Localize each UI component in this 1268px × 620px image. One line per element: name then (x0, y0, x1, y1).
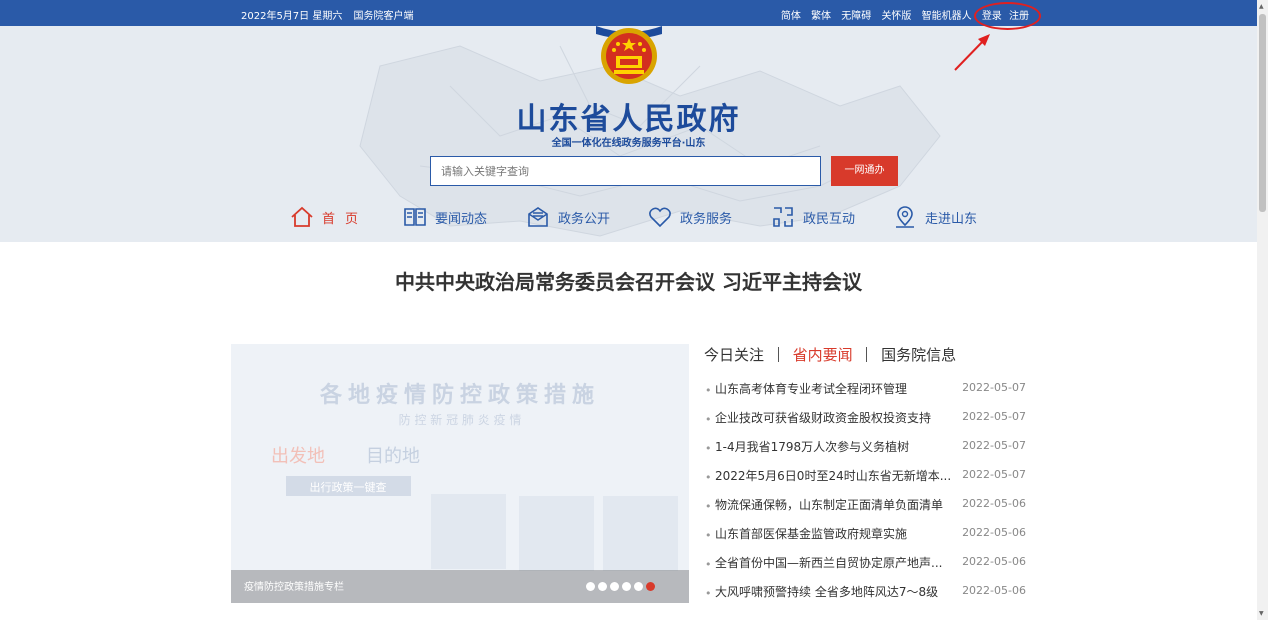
carousel-dots (586, 582, 658, 591)
news-item[interactable]: • 2022年5月6日0时至24时山东省无新增本... 2022-05-07 (704, 465, 1026, 494)
epidemic-policy-poster: 各地疫情防控政策措施 防 控 新 冠 肺 炎 疫 情 出发地 目的地 出行政策一… (231, 344, 689, 603)
news-title[interactable]: 企业技改可获省级财政资金股权投资支持 (715, 409, 955, 426)
book-icon (404, 208, 426, 226)
tab-state-council[interactable]: 国务院信息 (881, 344, 956, 365)
top-bar: 2022年5月7日 星期六 国务院客户端 简体 繁体 无障碍 关怀版 智能机器人… (0, 0, 1257, 26)
bullet-icon: • (705, 384, 712, 397)
bullet-icon: • (705, 413, 712, 426)
interaction-icon (773, 207, 793, 227)
bullet-icon: • (705, 529, 712, 542)
news-date: 2022-05-06 (962, 526, 1026, 539)
date-text: 2022年5月7日 星期六 (241, 11, 343, 22)
nav-interaction[interactable]: 政民互动 (771, 202, 855, 232)
tab-divider (866, 347, 868, 362)
news-item[interactable]: • 山东首部医保基金监管政府规章实施 2022-05-06 (704, 523, 1026, 552)
headline-link[interactable]: 中共中央政治局常务委员会召开会议 习近平主持会议 (0, 266, 1257, 295)
news-item[interactable]: • 全省首份中国—新西兰自贸协定原产地声... 2022-05-06 (704, 552, 1026, 581)
carousel-dot[interactable] (610, 582, 619, 591)
news-title[interactable]: 山东首部医保基金监管政府规章实施 (715, 525, 955, 542)
carousel-dot[interactable] (598, 582, 607, 591)
news-item[interactable]: • 山东高考体育专业考试全程闭环管理 2022-05-07 (704, 378, 1026, 407)
poster-subtitle: 防 控 新 冠 肺 炎 疫 情 (399, 412, 522, 427)
bullet-icon: • (705, 442, 712, 455)
client-link[interactable]: 国务院客户端 (354, 11, 414, 22)
news-title[interactable]: 山东高考体育专业考试全程闭环管理 (715, 380, 955, 397)
bullet-icon: • (705, 558, 712, 571)
nav-interaction-label: 政民互动 (803, 211, 856, 227)
nav-news[interactable]: 要闻动态 (403, 202, 487, 232)
news-date: 2022-05-07 (962, 381, 1026, 394)
poster-from: 出发地 (271, 446, 325, 467)
page-scrollbar[interactable]: ▲ ▼ (1257, 0, 1268, 620)
news-tabs: 今日关注 省内要闻 国务院信息 (704, 344, 1026, 368)
nav-news-label: 要闻动态 (435, 211, 488, 227)
header-banner: 山东省人民政府 全国一体化在线政务服务平台·山东 一网通办 首页 要闻动态 (0, 26, 1257, 242)
page: 2022年5月7日 星期六 国务院客户端 简体 繁体 无障碍 关怀版 智能机器人… (0, 0, 1268, 620)
news-title[interactable]: 物流保通保畅，山东制定正面清单负面清单 (715, 496, 955, 513)
mail-icon (528, 207, 548, 227)
search-button[interactable]: 一网通办 (831, 156, 898, 186)
nav-gov-affairs[interactable]: 政务公开 (526, 202, 610, 232)
news-title[interactable]: 全省首份中国—新西兰自贸协定原产地声... (715, 554, 955, 571)
tab-today[interactable]: 今日关注 (704, 344, 764, 365)
simplified-link[interactable]: 简体 (781, 11, 801, 22)
robot-link[interactable]: 智能机器人 (922, 11, 972, 22)
scroll-down-icon[interactable]: ▼ (1259, 610, 1264, 617)
nav-home-label: 首页 (322, 211, 369, 227)
carousel-dot[interactable] (622, 582, 631, 591)
national-emblem-icon (596, 26, 662, 84)
care-mode-link[interactable]: 关怀版 (881, 11, 911, 22)
poster-to: 目的地 (366, 446, 420, 467)
nav-shandong-label: 走进山东 (925, 211, 978, 227)
news-title[interactable]: 1-4月我省1798万人次参与义务植树 (715, 438, 955, 455)
news-item[interactable]: • 企业技改可获省级财政资金股权投资支持 2022-05-07 (704, 407, 1026, 436)
carousel-caption[interactable]: 疫情防控政策措施专栏 (244, 578, 344, 593)
news-list: • 山东高考体育专业考试全程闭环管理 2022-05-07 • 企业技改可获省级财政资… (704, 378, 1026, 610)
carousel-dot-active[interactable] (646, 582, 655, 591)
news-date: 2022-05-07 (962, 439, 1026, 452)
news-title[interactable]: 大风呼啸预警持续 全省多地阵风达7～8级 (715, 583, 955, 600)
heart-icon (649, 207, 671, 228)
carousel[interactable]: 各地疫情防控政策措施 防 控 新 冠 肺 炎 疫 情 出发地 目的地 出行政策一… (231, 344, 689, 603)
poster-button: 出行政策一键查 (310, 480, 387, 494)
nav-home[interactable]: 首页 (290, 202, 368, 232)
search-input[interactable] (430, 156, 821, 186)
nav-gov-affairs-label: 政务公开 (558, 211, 611, 227)
news-date: 2022-05-06 (962, 555, 1026, 568)
carousel-dot[interactable] (634, 582, 643, 591)
news-date: 2022-05-06 (962, 497, 1026, 510)
bullet-icon: • (705, 500, 712, 513)
carousel-dot[interactable] (586, 582, 595, 591)
news-date: 2022-05-07 (962, 410, 1026, 423)
tab-divider (777, 347, 779, 362)
news-date: 2022-05-07 (962, 468, 1026, 481)
news-item[interactable]: • 物流保通保畅，山东制定正面清单负面清单 2022-05-06 (704, 494, 1026, 523)
news-item[interactable]: • 大风呼啸预警持续 全省多地阵风达7～8级 2022-05-06 (704, 581, 1026, 610)
tab-provincial[interactable]: 省内要闻 (793, 344, 853, 365)
nav-services[interactable]: 政务服务 (648, 202, 732, 232)
news-item[interactable]: • 1-4月我省1798万人次参与义务植树 2022-05-07 (704, 436, 1026, 465)
scroll-up-icon[interactable]: ▲ (1259, 3, 1264, 10)
nav-services-label: 政务服务 (680, 211, 733, 227)
scroll-thumb[interactable] (1259, 14, 1266, 212)
home-icon (291, 206, 313, 227)
site-title: 山东省人民政府 (516, 102, 741, 137)
nav-shandong[interactable]: 走进山东 (893, 202, 977, 232)
traditional-link[interactable]: 繁体 (811, 11, 831, 22)
bullet-icon: • (705, 587, 712, 600)
news-panel: 今日关注 省内要闻 国务院信息 • 山东高考体育专业考试全程闭环管理 2022-05… (704, 344, 1026, 600)
topbar-left: 2022年5月7日 星期六 国务院客户端 (241, 7, 422, 22)
site-subtitle: 全国一体化在线政务服务平台·山东 (551, 138, 706, 149)
red-arrow-icon (954, 34, 990, 71)
main-nav: 首页 要闻动态 政务公开 政务服务 政民互动 走进山东 (0, 202, 1257, 232)
login-highlight-oval (974, 2, 1041, 30)
news-date: 2022-05-06 (962, 584, 1026, 597)
location-icon (896, 206, 914, 228)
poster-title: 各地疫情防控政策措施 (319, 382, 600, 408)
accessibility-link[interactable]: 无障碍 (841, 11, 871, 22)
bullet-icon: • (705, 471, 712, 484)
news-title[interactable]: 2022年5月6日0时至24时山东省无新增本... (715, 467, 955, 484)
